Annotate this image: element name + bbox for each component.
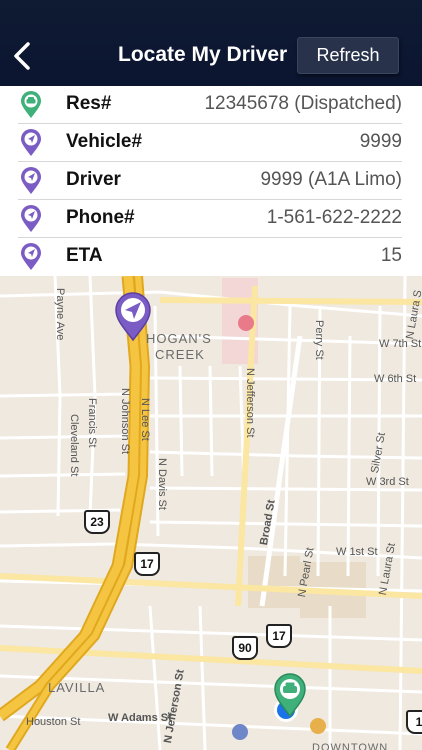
area-label-downtown: DOWNTOWN bbox=[312, 742, 389, 750]
info-row-vehicle: Vehicle# 9999 bbox=[18, 124, 402, 162]
map-roads bbox=[0, 276, 422, 750]
street-label: W 3rd St bbox=[366, 476, 409, 488]
phone-label: Phone# bbox=[66, 207, 135, 228]
purple-navigation-pin-icon bbox=[21, 243, 41, 270]
route-shield-us23: 23 bbox=[84, 510, 110, 534]
page-title: Locate My Driver bbox=[118, 43, 288, 66]
nav-header: Locate My Driver Refresh bbox=[0, 0, 422, 86]
chevron-left-icon bbox=[14, 42, 30, 70]
street-label: W Adams St bbox=[108, 712, 172, 724]
vehicle-value: 9999 bbox=[359, 131, 402, 152]
res-label: Res# bbox=[66, 93, 112, 114]
res-value: 12345678 (Dispatched) bbox=[204, 93, 402, 114]
street-label: N Jefferson St bbox=[244, 368, 256, 438]
route-shield-us90: 90 bbox=[232, 636, 258, 660]
street-label: Perry St bbox=[313, 320, 325, 360]
route-shield-us17: 17 bbox=[266, 624, 292, 648]
info-row-driver: Driver 9999 (A1A Limo) bbox=[18, 162, 402, 200]
phone-value[interactable]: 1-561-622-2222 bbox=[267, 207, 402, 229]
street-label: N Davis St bbox=[156, 458, 168, 510]
back-button[interactable] bbox=[8, 38, 36, 74]
street-label: W 6th St bbox=[374, 373, 417, 385]
area-label-hogans: HOGAN'S bbox=[146, 331, 212, 346]
purple-navigation-pin-icon bbox=[21, 129, 41, 156]
purple-navigation-pin-icon bbox=[21, 167, 41, 194]
street-label: Cleveland St bbox=[68, 414, 80, 477]
street-label: W 1st St bbox=[336, 546, 378, 558]
map-view[interactable]: HOGAN'S CREEK LAVILLA DOWNTOWN Payne Ave… bbox=[0, 276, 422, 750]
street-label: N Lee St bbox=[139, 398, 151, 441]
street-label: N Johnson St bbox=[119, 388, 131, 455]
driver-label: Driver bbox=[66, 169, 121, 190]
area-label-lavilla: LAVILLA bbox=[48, 680, 106, 695]
driver-info-list: Res# 12345678 (Dispatched) Vehicle# 9999… bbox=[0, 86, 422, 276]
street-label: Francis St bbox=[86, 398, 98, 448]
purple-navigation-pin-icon bbox=[21, 205, 41, 232]
area-label-creek: CREEK bbox=[155, 347, 205, 362]
info-row-reservation: Res# 12345678 (Dispatched) bbox=[18, 86, 402, 124]
street-label: Houston St bbox=[26, 716, 81, 728]
driver-location-pin-icon[interactable] bbox=[114, 292, 152, 342]
eta-label: ETA bbox=[66, 245, 103, 266]
eta-value: 15 bbox=[380, 245, 402, 266]
driver-value: 9999 (A1A Limo) bbox=[260, 169, 402, 190]
refresh-button[interactable]: Refresh bbox=[297, 37, 399, 74]
vehicle-label: Vehicle# bbox=[66, 131, 143, 152]
green-car-pin-icon bbox=[21, 91, 41, 118]
street-label: Payne Ave bbox=[54, 288, 66, 341]
info-row-eta: ETA 15 bbox=[18, 238, 402, 276]
info-row-phone: Phone# 1-561-622-2222 bbox=[18, 200, 402, 238]
route-shield-us17: 17 bbox=[134, 552, 160, 576]
route-shield: 1 bbox=[406, 710, 422, 734]
street-label: W 7th St bbox=[379, 338, 422, 350]
pickup-location-pin-icon[interactable] bbox=[273, 672, 307, 718]
